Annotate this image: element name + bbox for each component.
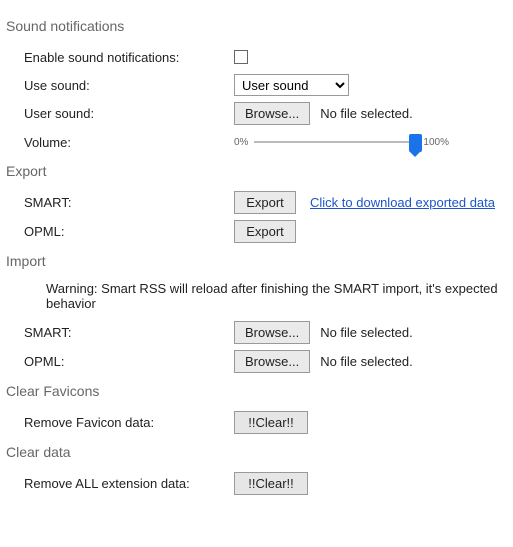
import-smart-label: SMART: [24, 325, 234, 340]
export-opml-button[interactable]: Export [234, 220, 296, 243]
import-smart-browse-button[interactable]: Browse... [234, 321, 310, 344]
row-export-smart: SMART: Export Click to download exported… [6, 191, 507, 214]
row-export-opml: OPML: Export [6, 220, 507, 243]
volume-label: Volume: [24, 135, 234, 150]
user-sound-browse-button[interactable]: Browse... [234, 102, 310, 125]
use-sound-select[interactable]: User sound [234, 74, 349, 96]
import-opml-browse-button[interactable]: Browse... [234, 350, 310, 373]
row-volume: Volume: 0% 100% [6, 131, 507, 153]
row-enable-sound: Enable sound notifications: [6, 46, 507, 68]
clear-favicons-label: Remove Favicon data: [24, 415, 234, 430]
volume-slider[interactable] [254, 134, 417, 150]
import-opml-label: OPML: [24, 354, 234, 369]
download-exported-link[interactable]: Click to download exported data [310, 195, 495, 210]
volume-slider-container: 0% 100% [234, 134, 449, 150]
import-warning: Warning: Smart RSS will reload after fin… [6, 281, 507, 311]
volume-thumb[interactable] [409, 134, 422, 152]
section-import-title: Import [6, 253, 507, 269]
volume-track [254, 141, 417, 143]
clear-data-label: Remove ALL extension data: [24, 476, 234, 491]
export-opml-label: OPML: [24, 224, 234, 239]
section-sound-title: Sound notifications [6, 18, 507, 34]
export-smart-button[interactable]: Export [234, 191, 296, 214]
row-user-sound: User sound: Browse... No file selected. [6, 102, 507, 125]
row-clear-data: Remove ALL extension data: !!Clear!! [6, 472, 507, 495]
user-sound-file-status: No file selected. [320, 106, 413, 121]
clear-favicons-button[interactable]: !!Clear!! [234, 411, 308, 434]
volume-max: 100% [423, 137, 449, 148]
enable-sound-label: Enable sound notifications: [24, 50, 234, 65]
section-clear-favicons-title: Clear Favicons [6, 383, 507, 399]
clear-data-button[interactable]: !!Clear!! [234, 472, 308, 495]
row-import-opml: OPML: Browse... No file selected. [6, 350, 507, 373]
row-import-smart: SMART: Browse... No file selected. [6, 321, 507, 344]
section-export-title: Export [6, 163, 507, 179]
export-smart-label: SMART: [24, 195, 234, 210]
use-sound-label: Use sound: [24, 78, 234, 93]
row-clear-favicons: Remove Favicon data: !!Clear!! [6, 411, 507, 434]
row-use-sound: Use sound: User sound [6, 74, 507, 96]
import-opml-file-status: No file selected. [320, 354, 413, 369]
user-sound-label: User sound: [24, 106, 234, 121]
enable-sound-checkbox[interactable] [234, 50, 248, 64]
import-smart-file-status: No file selected. [320, 325, 413, 340]
section-clear-data-title: Clear data [6, 444, 507, 460]
volume-min: 0% [234, 137, 248, 148]
